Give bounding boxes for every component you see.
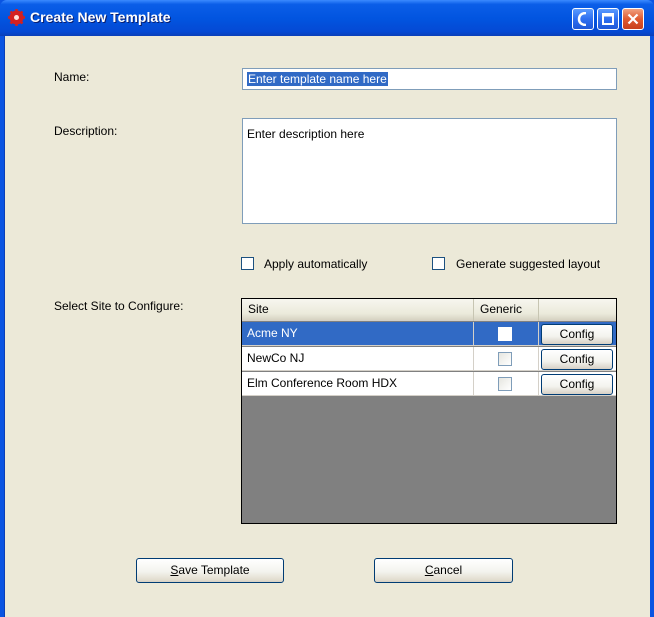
select-site-label: Select Site to Configure: <box>54 299 184 313</box>
cancel-label: ancel <box>433 563 463 577</box>
column-header-action <box>539 299 616 321</box>
column-header-site[interactable]: Site <box>242 299 474 321</box>
close-icon <box>627 13 639 25</box>
apply-automatically-label[interactable]: Apply automatically <box>264 257 367 271</box>
window-title: Create New Template <box>30 9 171 25</box>
apply-automatically-checkbox[interactable] <box>241 257 254 270</box>
name-label: Name: <box>54 70 90 84</box>
maximize-icon <box>602 13 614 25</box>
site-cell[interactable]: NewCo NJ <box>242 347 474 371</box>
generic-checkbox[interactable] <box>498 327 512 341</box>
maximize-button[interactable] <box>597 8 619 30</box>
description-label: Description: <box>54 124 118 138</box>
dialog-window: Create New Template Name: Enter template… <box>0 0 654 617</box>
site-grid[interactable]: Site Generic Acme NY Config NewCo NJ Con… <box>241 298 617 524</box>
generate-layout-label[interactable]: Generate suggested layout <box>456 257 600 271</box>
config-button[interactable]: Config <box>541 349 613 370</box>
description-textarea-value: Enter description here <box>247 127 365 141</box>
column-header-generic[interactable]: Generic <box>474 299 539 321</box>
config-button[interactable]: Config <box>541 324 613 345</box>
table-row-newco-nj[interactable]: NewCo NJ Config <box>242 347 616 371</box>
app-gear-icon <box>8 9 25 26</box>
site-cell[interactable]: Elm Conference Room HDX <box>242 372 474 396</box>
save-template-label: ave Template <box>178 563 250 577</box>
site-cell[interactable]: Acme NY <box>242 322 474 346</box>
description-textarea[interactable]: Enter description here <box>242 118 617 224</box>
table-row-elm-conference-room[interactable]: Elm Conference Room HDX Config <box>242 372 616 396</box>
name-input-value: Enter template name here <box>247 72 388 86</box>
save-template-button[interactable]: Save Template <box>136 558 284 583</box>
help-icon <box>577 12 587 26</box>
generate-layout-checkbox[interactable] <box>432 257 445 270</box>
grid-header: Site Generic <box>242 299 616 321</box>
cancel-button[interactable]: Cancel <box>374 558 513 583</box>
generic-checkbox[interactable] <box>498 352 512 366</box>
help-button[interactable] <box>572 8 594 30</box>
table-row-acme-ny[interactable]: Acme NY Config <box>242 322 616 346</box>
config-button[interactable]: Config <box>541 374 613 395</box>
generic-checkbox[interactable] <box>498 377 512 391</box>
name-input[interactable]: Enter template name here <box>242 68 617 90</box>
close-button[interactable] <box>622 8 644 30</box>
dialog-client-area: Name: Enter template name here Descripti… <box>4 36 650 617</box>
title-bar[interactable]: Create New Template <box>0 0 654 36</box>
